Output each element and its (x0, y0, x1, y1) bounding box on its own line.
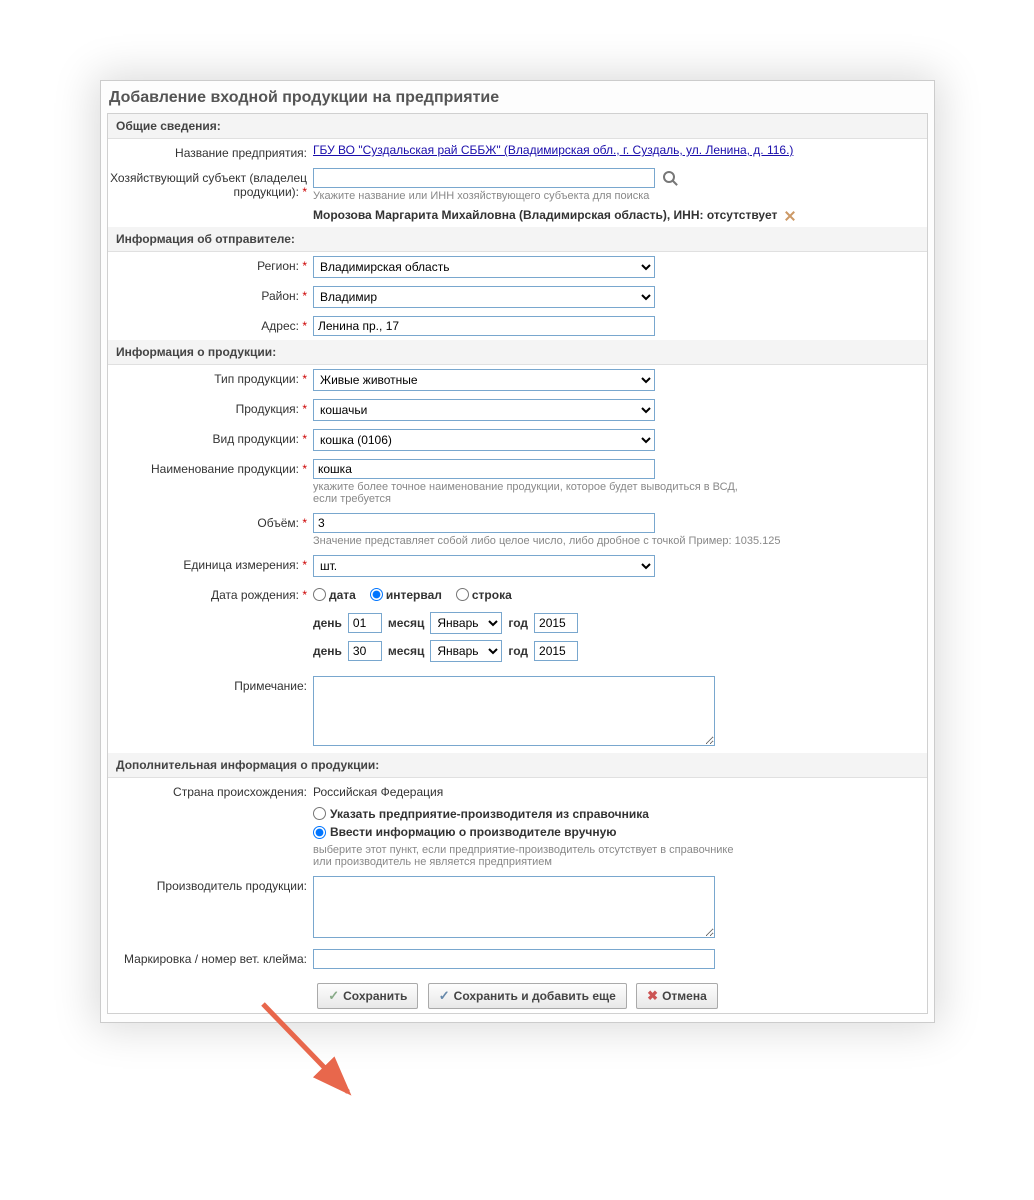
volume-input[interactable] (313, 513, 655, 533)
unit-label: Единица измерения: * (108, 555, 313, 572)
name-hint: укажите более точное наименование продук… (313, 481, 743, 505)
owner-search-input[interactable] (313, 168, 655, 188)
name-input[interactable] (313, 459, 655, 479)
producer-textarea[interactable] (313, 876, 715, 938)
owner-selected: Морозова Маргарита Михайловна (Владимирс… (313, 208, 919, 223)
address-label: Адрес: * (108, 316, 313, 333)
volume-hint: Значение представляет собой либо целое ч… (313, 535, 919, 547)
unit-select[interactable]: шт. (313, 555, 655, 577)
district-select[interactable]: Владимир (313, 286, 655, 308)
producer-radio-directory[interactable]: Указать предприятие-производителя из спр… (313, 807, 649, 821)
page-title: Добавление входной продукции на предприя… (107, 89, 928, 107)
section-product-header: Информация о продукции: (108, 340, 927, 365)
volume-label: Объём: * (108, 513, 313, 530)
delete-owner-icon[interactable] (783, 209, 797, 223)
owner-hint: Укажите название или ИНН хозяйствующего … (313, 190, 919, 202)
to-day-input[interactable] (348, 641, 382, 661)
month-label-from: месяц (388, 616, 424, 630)
marking-input[interactable] (313, 949, 715, 969)
marking-label: Маркировка / номер вет. клейма: (108, 949, 313, 966)
year-label-from: год (508, 616, 528, 630)
cancel-icon: ✖ (647, 988, 658, 1004)
note-label: Примечание: (108, 676, 313, 693)
buttons-row: ✓ Сохранить ✓ Сохранить и добавить еще ✖… (108, 973, 927, 1013)
birth-label: Дата рождения: * (108, 585, 313, 602)
kind-select[interactable]: кошка (0106) (313, 429, 655, 451)
name-label: Наименование продукции: * (108, 459, 313, 476)
to-year-input[interactable] (534, 641, 578, 661)
birth-radio-string[interactable]: строка (456, 588, 512, 602)
day-label-to: день (313, 644, 342, 658)
product-select[interactable]: кошачьи (313, 399, 655, 421)
month-label-to: месяц (388, 644, 424, 658)
enterprise-link[interactable]: ГБУ ВО "Суздальская рай СББЖ" (Владимирс… (313, 143, 793, 157)
year-label-to: год (508, 644, 528, 658)
section-additional-header: Дополнительная информация о продукции: (108, 753, 927, 778)
to-month-select[interactable]: Январь (430, 640, 502, 662)
form-panel: Общие сведения: Название предприятия: ГБ… (107, 113, 928, 1014)
enterprise-label: Название предприятия: (108, 143, 313, 160)
note-textarea[interactable] (313, 676, 715, 746)
kind-label: Вид продукции: * (108, 429, 313, 446)
search-icon[interactable] (662, 170, 680, 188)
product-label: Продукция: * (108, 399, 313, 416)
birth-radio-date[interactable]: дата (313, 588, 356, 602)
region-select[interactable]: Владимирская область (313, 256, 655, 278)
owner-label: Хозяйствующий субъект (владелец продукци… (108, 168, 313, 199)
cancel-button[interactable]: ✖ Отмена (636, 983, 718, 1009)
section-general-header: Общие сведения: (108, 114, 927, 139)
check-plus-icon: ✓ (439, 988, 450, 1004)
district-label: Район: * (108, 286, 313, 303)
birth-radio-interval[interactable]: интервал (370, 588, 442, 602)
origin-value: Российская Федерация (313, 782, 927, 799)
type-select[interactable]: Живые животные (313, 369, 655, 391)
from-year-input[interactable] (534, 613, 578, 633)
section-sender-header: Информация об отправителе: (108, 227, 927, 252)
main-panel: Добавление входной продукции на предприя… (100, 80, 935, 1023)
producer-radio-hint: выберите этот пункт, если предприятие-пр… (313, 844, 743, 868)
producer-radio-manual[interactable]: Ввести информацию о производителе вручну… (313, 825, 617, 839)
producer-label: Производитель продукции: (108, 876, 313, 893)
save-button[interactable]: ✓ Сохранить (317, 983, 418, 1009)
save-add-button[interactable]: ✓ Сохранить и добавить еще (428, 983, 627, 1009)
origin-label: Страна происхождения: (108, 782, 313, 799)
day-label-from: день (313, 616, 342, 630)
from-month-select[interactable]: Январь (430, 612, 502, 634)
address-input[interactable] (313, 316, 655, 336)
type-label: Тип продукции: * (108, 369, 313, 386)
from-day-input[interactable] (348, 613, 382, 633)
check-icon: ✓ (328, 988, 339, 1004)
region-label: Регион: * (108, 256, 313, 273)
